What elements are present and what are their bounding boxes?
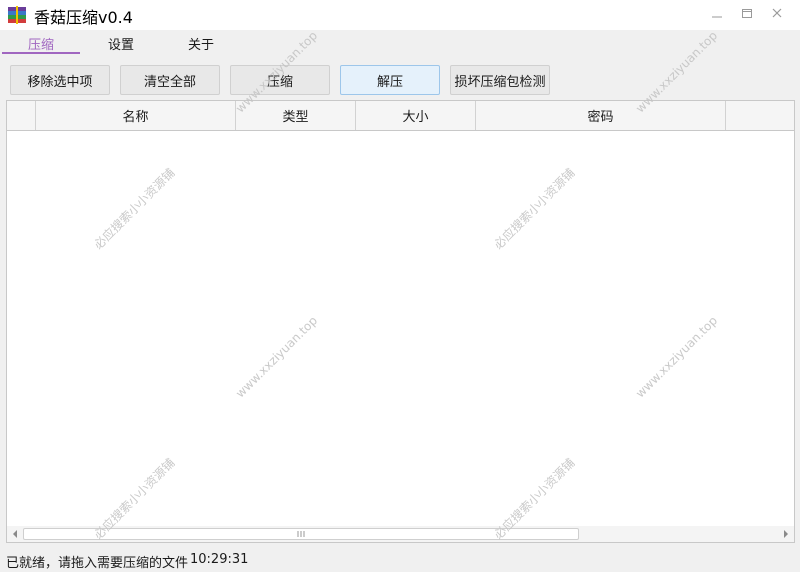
clear-all-button[interactable]: 清空全部 <box>120 65 220 95</box>
status-time: 10:29:31 <box>190 552 249 567</box>
close-button[interactable] <box>766 4 788 22</box>
tab-about[interactable]: 关于 <box>186 34 216 53</box>
scroll-right-icon[interactable] <box>782 530 790 538</box>
status-message: 已就绪，请拖入需要压缩的文件 <box>6 556 189 571</box>
column-header-size[interactable]: 大小 <box>356 101 476 130</box>
remove-selected-button[interactable]: 移除选中项 <box>10 65 110 95</box>
window-title: 香菇压缩v0.4 <box>34 8 133 27</box>
maximize-button[interactable] <box>736 4 758 22</box>
title-bar: 香菇压缩v0.4 <box>0 0 800 30</box>
status-bar: 已就绪，请拖入需要压缩的文件 10:29:31 <box>0 546 800 572</box>
column-header-type[interactable]: 类型 <box>236 101 356 130</box>
horizontal-scrollbar[interactable] <box>7 526 794 542</box>
stacked-books-icon <box>8 6 26 24</box>
table-header: 名称 类型 大小 密码 <box>7 101 794 131</box>
file-list-table[interactable]: 名称 类型 大小 密码 <box>6 100 795 543</box>
compress-button[interactable]: 压缩 <box>230 65 330 95</box>
tab-settings[interactable]: 设置 <box>106 34 136 53</box>
scrollbar-thumb[interactable] <box>23 528 579 540</box>
column-header-name[interactable]: 名称 <box>36 101 236 130</box>
toolbar: 移除选中项 清空全部 压缩 解压 损坏压缩包检测 <box>0 56 800 100</box>
tab-compress[interactable]: 压缩 <box>26 34 56 53</box>
minimize-icon <box>712 16 722 18</box>
minimize-button[interactable] <box>706 4 728 22</box>
active-tab-indicator <box>2 52 80 54</box>
column-header-password[interactable]: 密码 <box>476 101 726 130</box>
tab-bar: 压缩 设置 关于 <box>0 30 800 56</box>
corrupt-archive-check-button[interactable]: 损坏压缩包检测 <box>450 65 550 95</box>
decompress-button[interactable]: 解压 <box>340 65 440 95</box>
column-header-index[interactable] <box>7 101 36 130</box>
close-icon <box>772 8 782 18</box>
grip-icon <box>297 531 305 537</box>
scroll-left-icon[interactable] <box>11 530 19 538</box>
column-header-filler <box>726 101 794 130</box>
maximize-icon <box>742 9 752 18</box>
